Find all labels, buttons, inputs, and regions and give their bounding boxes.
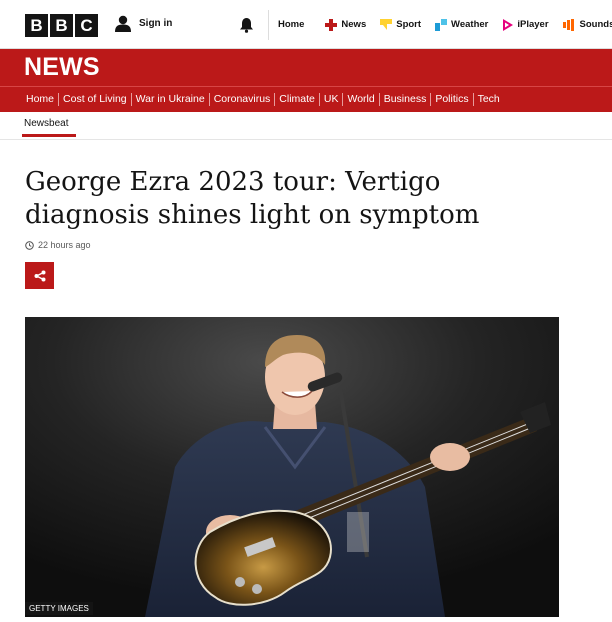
news-icon (325, 18, 338, 31)
weather-icon (435, 18, 448, 31)
nav-iplayer-label: iPlayer (517, 19, 549, 30)
nav-news-label: News (341, 19, 367, 30)
section-nav-item[interactable]: Climate (275, 93, 320, 106)
section-nav-item[interactable]: Tech (474, 93, 504, 106)
section-nav-item[interactable]: Politics (431, 93, 474, 106)
sounds-icon (562, 18, 574, 31)
bbc-logo-letter: B (50, 14, 73, 37)
article-timestamp: 22 hours ago (25, 240, 91, 250)
nav-sounds[interactable]: Sounds (556, 0, 612, 49)
nav-weather[interactable]: Weather (428, 0, 495, 49)
nav-home-label: Home (278, 19, 305, 30)
subsection-newsbeat[interactable]: Newsbeat (24, 118, 68, 129)
news-banner: NEWS (0, 49, 612, 86)
news-section-nav: Home Cost of Living War in Ukraine Coron… (0, 86, 612, 112)
nav-iplayer[interactable]: iPlayer (495, 0, 555, 49)
nav-sport-label: Sport (396, 19, 422, 30)
bbc-global-nav: Home News Sport Weather iPlayer Sounds (270, 0, 612, 49)
section-nav-item[interactable]: Cost of Living (59, 93, 132, 106)
share-button[interactable] (25, 262, 54, 289)
article-hero-image (25, 317, 559, 617)
active-subsection-indicator (22, 134, 76, 137)
sign-in-label: Sign in (139, 18, 173, 29)
article-headline: George Ezra 2023 tour: Vertigo diagnosis… (25, 167, 480, 230)
nav-sport[interactable]: Sport (373, 0, 428, 49)
news-section-title[interactable]: NEWS (24, 53, 100, 82)
image-credit: GETTY IMAGES (25, 602, 93, 615)
iplayer-icon (503, 18, 514, 31)
sport-icon (380, 19, 393, 30)
clock-icon (25, 240, 34, 250)
subsection-nav: Newsbeat (22, 118, 76, 137)
section-nav-item[interactable]: Business (380, 93, 432, 106)
nav-news[interactable]: News (318, 0, 373, 49)
nav-sounds-label: Sounds (579, 19, 612, 30)
notifications-bell-icon[interactable] (239, 17, 254, 38)
subsection-divider (0, 139, 612, 140)
section-nav-item[interactable]: War in Ukraine (132, 93, 210, 106)
nav-home[interactable]: Home (270, 0, 318, 49)
section-nav-item[interactable]: Coronavirus (210, 93, 276, 106)
bbc-logo-letter: B (25, 14, 48, 37)
section-nav-item[interactable]: World (343, 93, 380, 106)
bbc-logo[interactable]: B B C (25, 14, 98, 37)
share-icon (34, 270, 45, 281)
user-icon (115, 15, 131, 32)
nav-weather-label: Weather (451, 19, 489, 30)
section-nav-item[interactable]: UK (320, 93, 344, 106)
timestamp-text: 22 hours ago (38, 240, 91, 250)
sign-in-link[interactable]: Sign in (115, 15, 172, 32)
section-nav-item[interactable]: Home (22, 93, 60, 106)
bbc-masthead: B B C Sign in Home News Sport Weather iP… (0, 0, 612, 49)
bbc-logo-letter: C (75, 14, 98, 37)
masthead-divider (268, 10, 269, 40)
